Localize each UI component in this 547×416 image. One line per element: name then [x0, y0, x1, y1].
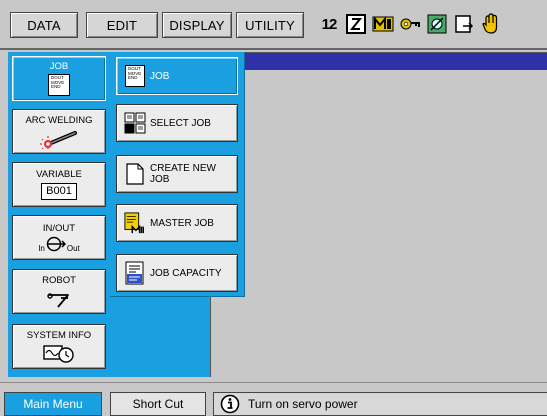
- category-label: SYSTEM INFO: [26, 330, 92, 341]
- key-icon: [399, 13, 421, 35]
- main-menu-panel: JOB DOUT MOVE END ARC WELDING VARIABLE B…: [8, 52, 110, 377]
- variable-box-icon: B001: [41, 183, 77, 200]
- category-in-out[interactable]: IN/OUT In Out: [12, 215, 106, 260]
- main-menu-button[interactable]: Main Menu: [4, 392, 102, 416]
- status-message: Turn on servo power: [248, 397, 358, 411]
- category-label: JOB: [49, 61, 69, 72]
- category-job[interactable]: JOB DOUT MOVE END: [12, 56, 106, 101]
- job-document-icon: DOUT MOVE END: [124, 64, 146, 88]
- submenu-item-job-capacity[interactable]: JOB CAPACITY: [116, 254, 238, 292]
- job-capacity-icon: [124, 261, 146, 285]
- page-icon: [453, 13, 475, 35]
- submenu-item-master-job[interactable]: MASTER JOB: [116, 204, 238, 242]
- submenu-item-create-new-job[interactable]: CREATE NEW JOB: [116, 155, 238, 193]
- category-system-info[interactable]: SYSTEM INFO: [12, 324, 106, 369]
- window-title-strip: [245, 53, 547, 70]
- doc-line: END: [128, 75, 138, 81]
- submenu-label: JOB CAPACITY: [150, 267, 222, 279]
- variable-value: B001: [46, 185, 72, 197]
- category-label: ROBOT: [42, 275, 76, 286]
- robot-arm-icon: [47, 293, 69, 308]
- numbered-steps-icon: 12: [318, 13, 340, 35]
- welding-torch-icon: [40, 130, 77, 149]
- hand-icon: [480, 13, 502, 35]
- submenu-item-job[interactable]: DOUT MOVE END JOB: [116, 57, 238, 95]
- out-label: Out: [66, 243, 80, 253]
- plug-icon: [46, 236, 66, 251]
- cycle-mode-icon: [345, 13, 367, 35]
- servo-icon: [426, 13, 448, 35]
- submenu-label: MASTER JOB: [150, 217, 214, 229]
- submenu-label: JOB: [150, 70, 170, 82]
- category-label: IN/OUT: [42, 222, 76, 234]
- status-message-box: Turn on servo power: [213, 392, 547, 416]
- info-icon: [220, 394, 240, 414]
- job-submenu-panel: DOUT MOVE END JOB SELECT JOB CREATE NEW …: [110, 52, 245, 297]
- main-content-area: [210, 52, 547, 377]
- inout-icon: In Out: [38, 235, 80, 253]
- category-robot[interactable]: ROBOT: [12, 269, 106, 314]
- bottom-bar: Main Menu Short Cut Turn on servo power: [0, 382, 547, 416]
- edit-menu-button[interactable]: EDIT: [86, 12, 158, 38]
- short-cut-button[interactable]: Short Cut: [110, 392, 206, 416]
- top-menu-bar: DATA EDIT DISPLAY UTILITY 12: [0, 0, 547, 50]
- submenu-label: CREATE NEW JOB: [150, 163, 216, 185]
- category-variable[interactable]: VARIABLE B001: [12, 162, 106, 207]
- category-label: VARIABLE: [36, 169, 82, 180]
- display-menu-button[interactable]: DISPLAY: [162, 12, 232, 38]
- new-document-icon: [124, 162, 146, 186]
- master-job-icon: [124, 211, 146, 235]
- submenu-background: [110, 297, 210, 377]
- utility-menu-button[interactable]: UTILITY: [236, 12, 304, 38]
- data-menu-button[interactable]: DATA: [10, 12, 78, 38]
- select-job-icon: [124, 111, 146, 135]
- status-numeral: 12: [321, 15, 338, 33]
- doc-line: END: [51, 84, 61, 90]
- category-label: ARC WELDING: [25, 114, 93, 126]
- submenu-item-select-job[interactable]: SELECT JOB: [116, 104, 238, 142]
- category-arc-welding[interactable]: ARC WELDING: [12, 109, 106, 154]
- tool-icon: [372, 13, 394, 35]
- submenu-label: SELECT JOB: [150, 117, 211, 129]
- job-document-icon: DOUT MOVE END: [48, 74, 70, 96]
- in-label: In: [38, 243, 45, 253]
- system-info-icon: [43, 345, 74, 363]
